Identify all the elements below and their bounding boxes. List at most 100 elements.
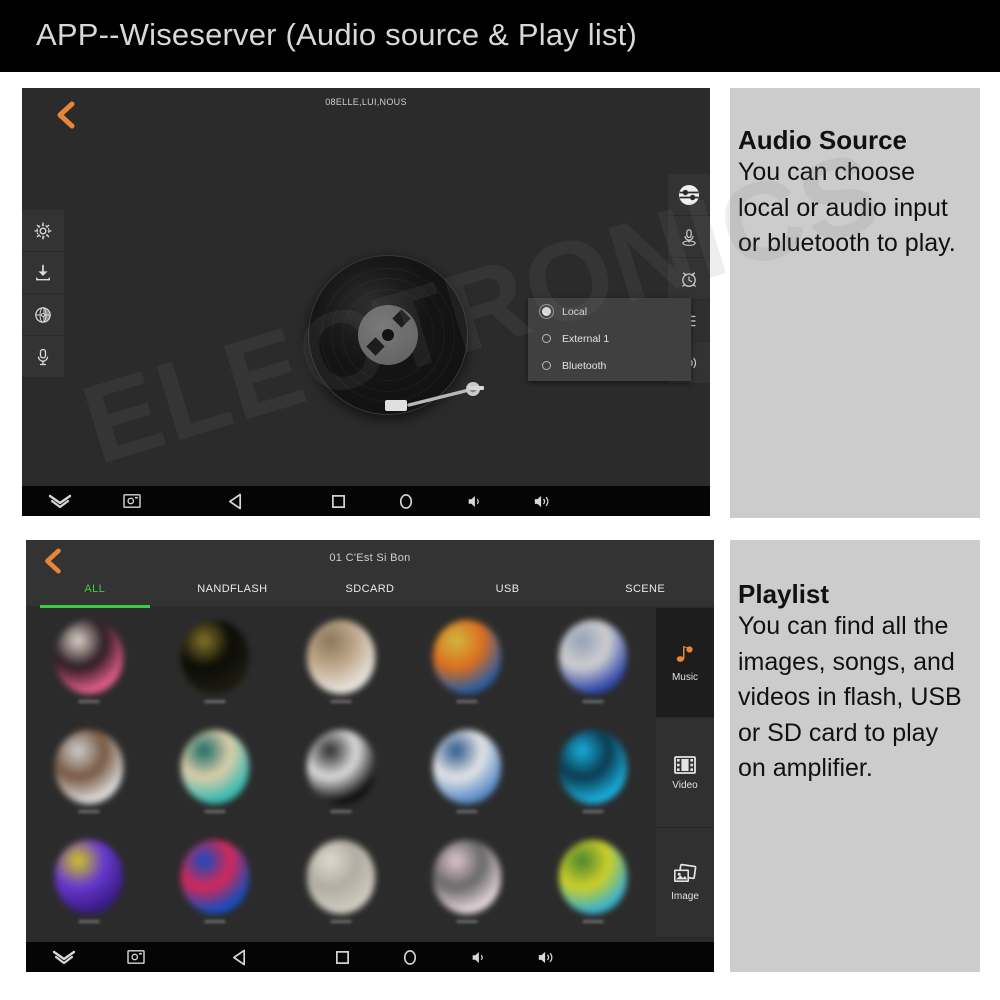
source-option-external-1[interactable]: External 1	[528, 325, 691, 352]
sidebar-item-audio-source[interactable]	[668, 174, 710, 216]
album-cover-art	[181, 620, 249, 694]
sidebar-item-microphone[interactable]	[22, 336, 64, 378]
media-grid-item[interactable]: ••••••••	[26, 718, 152, 828]
back-triangle-icon	[228, 493, 241, 509]
source-option-local[interactable]: Local	[528, 298, 691, 325]
android-back-button[interactable]	[166, 493, 304, 510]
alarm-clock-icon	[682, 271, 696, 287]
app-title-bar: APP--Wiseserver (Audio source & Play lis…	[0, 0, 1000, 72]
media-grid-item[interactable]: ••••••••	[530, 608, 656, 718]
media-grid-item[interactable]: ••••••••	[26, 608, 152, 718]
album-cover-art	[433, 730, 501, 804]
media-grid-item[interactable]: ••••••••	[278, 828, 404, 938]
media-tab-music[interactable]: Music	[656, 608, 714, 718]
album-cover-label: ••••••••	[78, 807, 100, 816]
album-cover-label: ••••••••	[456, 917, 478, 926]
album-cover-art	[55, 730, 123, 804]
back-button-playlist[interactable]	[40, 547, 66, 577]
media-tab-image[interactable]: Image	[656, 828, 714, 938]
album-cover-label: ••••••••	[204, 917, 226, 926]
media-grid-item[interactable]: ••••••••	[26, 828, 152, 938]
hide-bar-button[interactable]	[26, 949, 102, 965]
album-cover-label: ••••••••	[330, 807, 352, 816]
panel-body-audio: You can choose local or audio input or b…	[738, 158, 956, 258]
volume-up-button[interactable]	[512, 949, 580, 966]
tab-all[interactable]: ALL	[26, 580, 164, 608]
chevron-left-icon	[57, 101, 75, 129]
sidebar-item-settings[interactable]	[22, 210, 64, 252]
album-cover-art	[181, 730, 249, 804]
screenshot-button[interactable]	[98, 493, 166, 509]
volume-down-button[interactable]	[440, 493, 508, 510]
screenshot-icon	[123, 494, 141, 508]
album-cover-art	[307, 840, 375, 914]
panel-heading-playlist: Playlist	[738, 579, 830, 609]
source-option-bluetooth[interactable]: Bluetooth	[528, 352, 691, 379]
sidebar-item-alarm[interactable]	[668, 258, 710, 300]
chevron-left-icon	[45, 548, 61, 574]
tab-usb[interactable]: USB	[439, 580, 577, 606]
album-cover-label: ••••••••	[330, 697, 352, 706]
media-tab-video[interactable]: Video	[656, 718, 714, 828]
music-note-icon	[676, 646, 693, 662]
media-grid-item[interactable]: ••••••••	[278, 718, 404, 828]
tab-nandflash[interactable]: NANDFLASH	[164, 580, 302, 606]
sidebar-item-karaoke[interactable]	[668, 216, 710, 258]
media-grid-item[interactable]: ••••••••	[530, 718, 656, 828]
album-cover-label: ••••••••	[204, 807, 226, 816]
media-grid-item[interactable]: ••••••••	[152, 718, 278, 828]
tonearm-icon	[385, 382, 484, 411]
album-cover-art	[433, 620, 501, 694]
album-cover-art	[307, 620, 375, 694]
media-tab-label: Video	[672, 780, 698, 791]
android-navbar-playlist	[26, 942, 714, 972]
now-playing-title-playlist: 01 C'Est Si Bon	[329, 552, 411, 564]
album-cover-art	[559, 730, 627, 804]
volume-up-button[interactable]	[508, 493, 576, 510]
sidebar-item-download[interactable]	[22, 252, 64, 294]
audio-source-description-panel: Audio Source You can choose local or aud…	[730, 88, 980, 518]
media-grid-item[interactable]: ••••••••	[152, 608, 278, 718]
media-grid-item[interactable]: ••••••••	[278, 608, 404, 718]
album-cover-art	[559, 620, 627, 694]
android-home-button[interactable]	[308, 950, 376, 965]
album-cover-label: ••••••••	[78, 917, 100, 926]
media-grid-item[interactable]: ••••••••	[404, 718, 530, 828]
back-button-audio[interactable]	[52, 100, 78, 130]
radio-selected-icon	[542, 307, 551, 316]
media-grid-item[interactable]: ••••••••	[404, 828, 530, 938]
tab-sdcard[interactable]: SDCARD	[301, 580, 439, 606]
screenshot-button[interactable]	[102, 949, 170, 965]
album-cover-art	[433, 840, 501, 914]
source-option-label: Local	[562, 305, 588, 318]
android-home-button[interactable]	[304, 494, 372, 509]
hide-bar-button[interactable]	[22, 493, 98, 509]
media-grid-item[interactable]: ••••••••	[152, 828, 278, 938]
audio-source-dropdown[interactable]: Local External 1 Bluetooth	[528, 298, 691, 381]
media-grid-item[interactable]: ••••••••	[404, 608, 530, 718]
album-cover-label: ••••••••	[456, 807, 478, 816]
audio-source-icon	[679, 184, 699, 205]
android-back-button[interactable]	[170, 949, 308, 966]
chevron-double-down-icon	[52, 950, 76, 965]
volume-down-button[interactable]	[444, 949, 512, 966]
panel-heading-audio: Audio Source	[738, 125, 908, 155]
playlist-description-panel: Playlist You can find all the images, so…	[730, 540, 980, 972]
android-recents-button[interactable]	[376, 949, 444, 966]
home-square-icon	[335, 950, 349, 964]
media-grid-item[interactable]: ••••••••	[530, 828, 656, 938]
album-cover-label: ••••••••	[582, 917, 604, 926]
album-cover-art	[181, 840, 249, 914]
volume-up-icon	[538, 951, 553, 963]
android-navbar-audio	[22, 486, 710, 516]
source-tabs: ALL NANDFLASH SDCARD USB SCENE	[26, 580, 714, 608]
tab-scene[interactable]: SCENE	[576, 580, 714, 606]
photos-icon	[674, 863, 697, 882]
back-triangle-icon	[232, 949, 245, 965]
chevron-double-down-icon	[48, 494, 72, 509]
android-recents-button[interactable]	[372, 493, 440, 510]
volume-down-icon	[468, 495, 479, 507]
sidebar-item-disc[interactable]	[22, 294, 64, 336]
album-cover-art	[55, 840, 123, 914]
media-tab-label: Music	[671, 672, 699, 683]
